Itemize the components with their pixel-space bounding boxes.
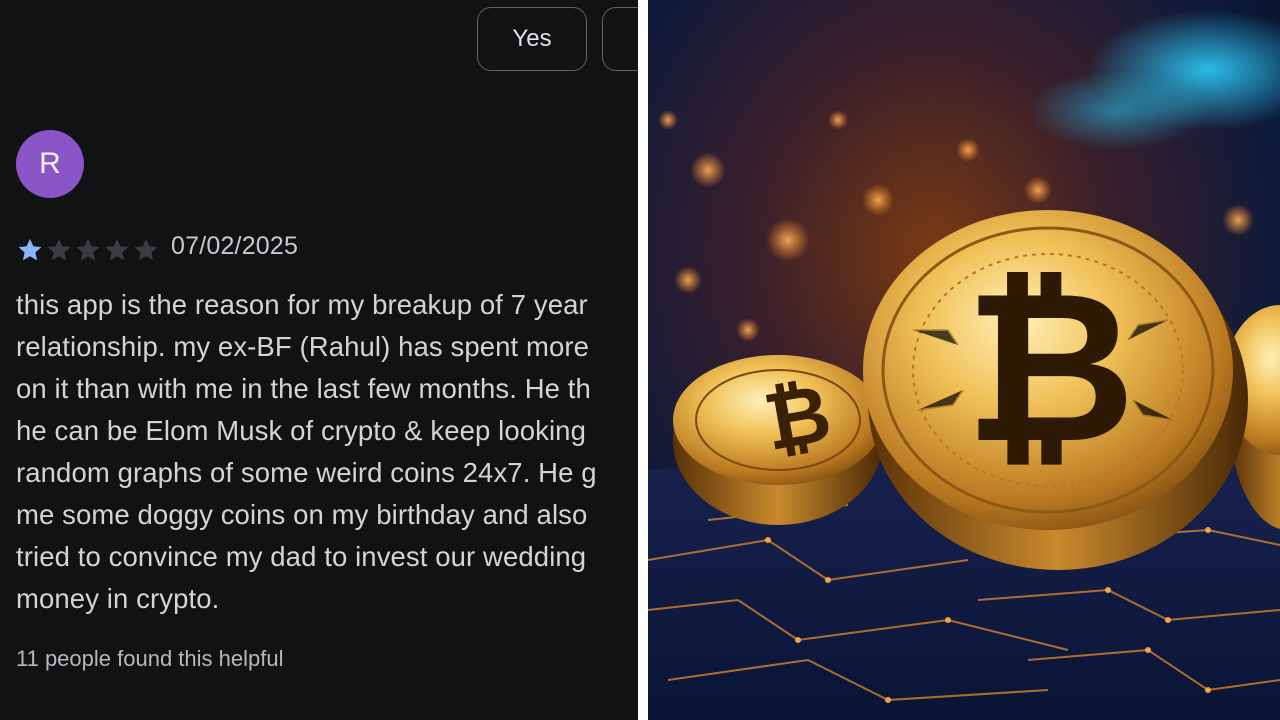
coin-back: ₿ xyxy=(673,355,883,525)
star-empty-icon xyxy=(47,238,71,261)
star-rating xyxy=(16,236,160,264)
svg-text:₿: ₿ xyxy=(964,245,1135,490)
bitcoin-coins-image: ₿ ₿ xyxy=(648,0,1280,720)
bitcoin-photo: ₿ ₿ xyxy=(648,0,1280,720)
star-empty-icon xyxy=(134,238,158,261)
review-panel: Yes R 07/02/2025 this app is the reason … xyxy=(0,0,638,720)
review-text-line: on it than with me in the last few month… xyxy=(16,373,591,404)
star-filled-icon xyxy=(18,238,42,261)
star-empty-icon xyxy=(76,238,100,261)
review-text-line: random graphs of some weird coins 24x7. … xyxy=(16,457,597,488)
star-empty-icon xyxy=(105,238,129,261)
review-text-line: he can be Elom Musk of crypto & keep loo… xyxy=(16,415,586,446)
yes-button[interactable]: Yes xyxy=(477,7,587,71)
review-text-line: this app is the reason for my breakup of… xyxy=(16,289,588,320)
review-date: 07/02/2025 xyxy=(171,232,299,260)
review-text-line: money in crypto. xyxy=(16,583,220,614)
review-text-line: me some doggy coins on my birthday and a… xyxy=(16,499,588,530)
review-text-line: tried to convince my dad to invest our w… xyxy=(16,541,587,572)
no-button[interactable] xyxy=(602,7,638,71)
helpful-count: 11 people found this helpful xyxy=(16,646,284,671)
review-text-line: relationship. my ex-BF (Rahul) has spent… xyxy=(16,331,590,362)
divider xyxy=(638,0,648,720)
review-text: this app is the reason for my breakup of… xyxy=(16,284,638,620)
avatar: R xyxy=(16,130,84,198)
